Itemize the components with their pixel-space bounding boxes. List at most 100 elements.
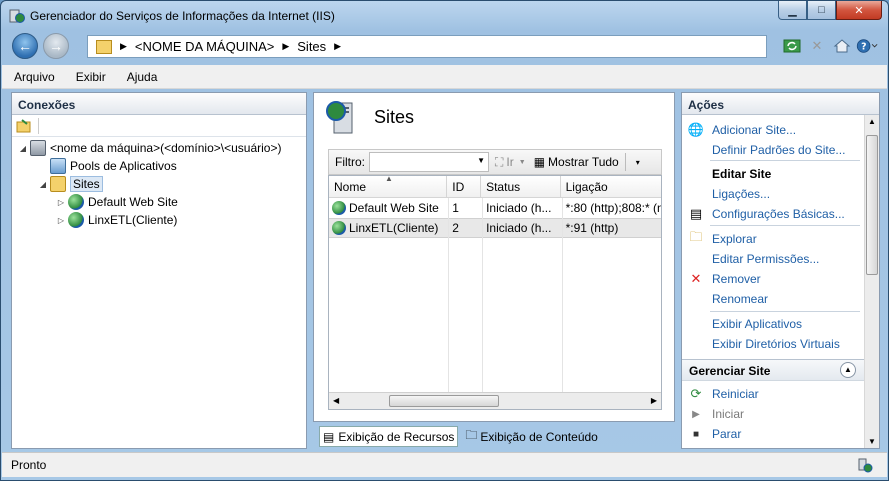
breadcrumb-arrow-icon[interactable]: ▶ — [282, 41, 289, 52]
action-restart[interactable]: ⟳ Reiniciar — [682, 384, 759, 404]
action-separator — [710, 311, 860, 312]
scroll-right-icon[interactable]: ▶ — [651, 396, 657, 405]
action-explore[interactable]: 🗀 Explorar — [682, 229, 756, 249]
site-status: Iniciado (h... — [486, 201, 552, 215]
globe-icon — [332, 201, 346, 215]
tree-node-label[interactable]: Default Web Site — [88, 195, 178, 209]
tab-label: Exibição de Conteúdo — [480, 429, 598, 444]
manage-site-group-header[interactable]: Gerenciar Site ▲ — [682, 359, 864, 381]
help-button[interactable]: ? — [856, 35, 878, 57]
tree-node-label[interactable]: LinxETL(Cliente) — [88, 213, 177, 227]
title-bar: Gerenciador do Serviços de Informações d… — [1, 1, 888, 31]
filter-label: Filtro: — [335, 155, 365, 169]
tab-features-view[interactable]: ▤ Exibição de Recursos — [319, 426, 459, 447]
action-rename[interactable]: Renomear — [682, 289, 768, 309]
go-button[interactable]: ⛶ Ir ▼ — [495, 155, 526, 170]
column-header-nome[interactable]: Nome ▲ — [329, 176, 448, 197]
table-row[interactable]: LinxETL(Cliente) 2 Iniciado (h... *:91 (… — [329, 218, 661, 238]
show-all-button[interactable]: ▦ Mostrar Tudo — [534, 155, 619, 169]
connect-icon[interactable] — [16, 118, 32, 134]
tree-node-sites[interactable]: ◢ Sites — [38, 175, 103, 193]
action-label: Editar Site — [712, 167, 772, 181]
connections-pane: Conexões ◢ <nome da máquina>(<domínio>\<… — [11, 92, 307, 449]
action-remove[interactable]: ✕ Remover — [682, 269, 761, 289]
column-header-ligacao[interactable]: Ligação — [561, 176, 661, 197]
collapse-arrow-icon[interactable]: ◢ — [18, 144, 28, 153]
forward-button[interactable]: → — [43, 33, 69, 59]
tree-node-default-web-site[interactable]: ▷ Default Web Site — [56, 193, 178, 211]
menu-exibir[interactable]: Exibir — [67, 70, 115, 84]
action-basic-settings[interactable]: ▤ Configurações Básicas... — [682, 204, 845, 224]
sites-folder-icon — [50, 176, 66, 192]
tab-content-view[interactable]: 🗀 Exibição de Conteúdo — [462, 426, 600, 447]
action-start: ▶ Iniciar — [682, 404, 744, 424]
actions-scrollbar[interactable]: ▲ ▼ — [864, 115, 879, 448]
menu-ajuda[interactable]: Ajuda — [118, 70, 167, 84]
sites-pane: Sites Filtro: ▼ ⛶ Ir ▼ ▦ Mostrar Tudo ▾ … — [313, 92, 675, 422]
site-binding: *:91 (http) — [565, 221, 619, 235]
column-divider — [448, 198, 449, 394]
tree-node-linxetl[interactable]: ▷ LinxETL(Cliente) — [56, 211, 177, 229]
tree-node-app-pools[interactable]: Pools de Aplicativos — [50, 157, 177, 175]
start-icon: ▶ — [692, 408, 700, 420]
stop-button[interactable]: ✕ — [806, 35, 828, 57]
site-id: 2 — [452, 221, 459, 235]
breadcrumb-arrow-icon[interactable]: ▶ — [120, 41, 127, 52]
action-view-virtual-dirs[interactable]: Exibir Diretórios Virtuais — [682, 334, 840, 354]
restart-icon: ⟳ — [690, 386, 702, 401]
action-edit-permissions[interactable]: Editar Permissões... — [682, 249, 819, 269]
filter-input[interactable]: ▼ — [369, 152, 489, 172]
scrollbar-thumb[interactable] — [866, 135, 878, 275]
expand-arrow-icon[interactable]: ▷ — [56, 216, 66, 225]
scroll-up-icon[interactable]: ▲ — [868, 117, 876, 126]
scrollbar-thumb[interactable] — [389, 395, 499, 407]
table-row[interactable]: Default Web Site 1 Iniciado (h... *:80 (… — [329, 198, 661, 218]
action-add-site[interactable]: 🌐 Adicionar Site... — [682, 120, 796, 140]
refresh-button[interactable] — [781, 35, 803, 57]
action-set-defaults[interactable]: Definir Padrões do Site... — [682, 140, 845, 160]
menu-bar: Arquivo Exibir Ajuda — [2, 65, 887, 89]
settings-icon: ▤ — [689, 206, 703, 221]
tree-node-label[interactable]: <nome da máquina>(<domínio>\<usuário>) — [50, 141, 282, 155]
tree-node-label[interactable]: Sites — [70, 176, 103, 192]
address-bar[interactable]: ▶ <NOME DA MÁQUINA> ▶ Sites ▶ — [87, 35, 767, 58]
expand-arrow-icon[interactable]: ▷ — [56, 198, 66, 207]
breadcrumb-arrow-icon[interactable]: ▶ — [334, 41, 341, 52]
breadcrumb-sites[interactable]: Sites — [297, 39, 326, 54]
menu-arquivo[interactable]: Arquivo — [5, 70, 64, 84]
scroll-down-icon[interactable]: ▼ — [868, 437, 876, 446]
action-label: Configurações Básicas... — [712, 207, 845, 221]
scroll-left-icon[interactable]: ◀ — [333, 396, 339, 405]
tree-node-label[interactable]: Pools de Aplicativos — [70, 159, 177, 173]
back-button[interactable]: ← — [12, 33, 38, 59]
breadcrumb-machine[interactable]: <NOME DA MÁQUINA> — [135, 39, 274, 54]
action-label: Remover — [712, 272, 761, 286]
action-label: Reiniciar — [712, 387, 759, 401]
page-title: Sites — [374, 106, 415, 127]
dropdown-arrow-icon[interactable]: ▼ — [477, 156, 485, 165]
collapse-chevron-icon[interactable]: ▲ — [840, 362, 856, 378]
column-header-id[interactable]: ID — [447, 176, 482, 197]
column-label: Status — [486, 180, 521, 194]
tree-node-server[interactable]: ◢ <nome da máquina>(<domínio>\<usuário>) — [18, 139, 282, 157]
help-icon: ? — [856, 39, 878, 53]
add-site-icon: 🌐 — [687, 122, 705, 137]
action-label: Definir Padrões do Site... — [712, 143, 846, 157]
toolbar-overflow-icon[interactable]: ▾ — [636, 158, 640, 167]
maximize-button[interactable]: □ — [807, 1, 836, 20]
status-text: Pronto — [11, 458, 47, 472]
sites-table: Nome ▲ ID Status Ligação Default Web Site… — [328, 175, 662, 410]
action-label: Adicionar Site... — [712, 123, 797, 137]
home-button[interactable] — [831, 35, 853, 57]
sort-ascending-icon: ▲ — [385, 176, 393, 183]
minimize-button[interactable]: ▁ — [778, 1, 807, 20]
action-view-applications[interactable]: Exibir Aplicativos — [682, 314, 802, 334]
column-header-status[interactable]: Status — [481, 176, 561, 197]
collapse-arrow-icon[interactable]: ◢ — [38, 180, 48, 189]
horizontal-scrollbar[interactable]: ◀ ▶ — [329, 392, 661, 409]
site-binding: *:80 (http);808:* (n — [565, 201, 662, 215]
action-bindings[interactable]: Ligações... — [682, 184, 770, 204]
action-stop[interactable]: ■ Parar — [682, 424, 741, 444]
server-icon — [30, 140, 46, 156]
close-button[interactable]: ✕ — [836, 1, 882, 20]
